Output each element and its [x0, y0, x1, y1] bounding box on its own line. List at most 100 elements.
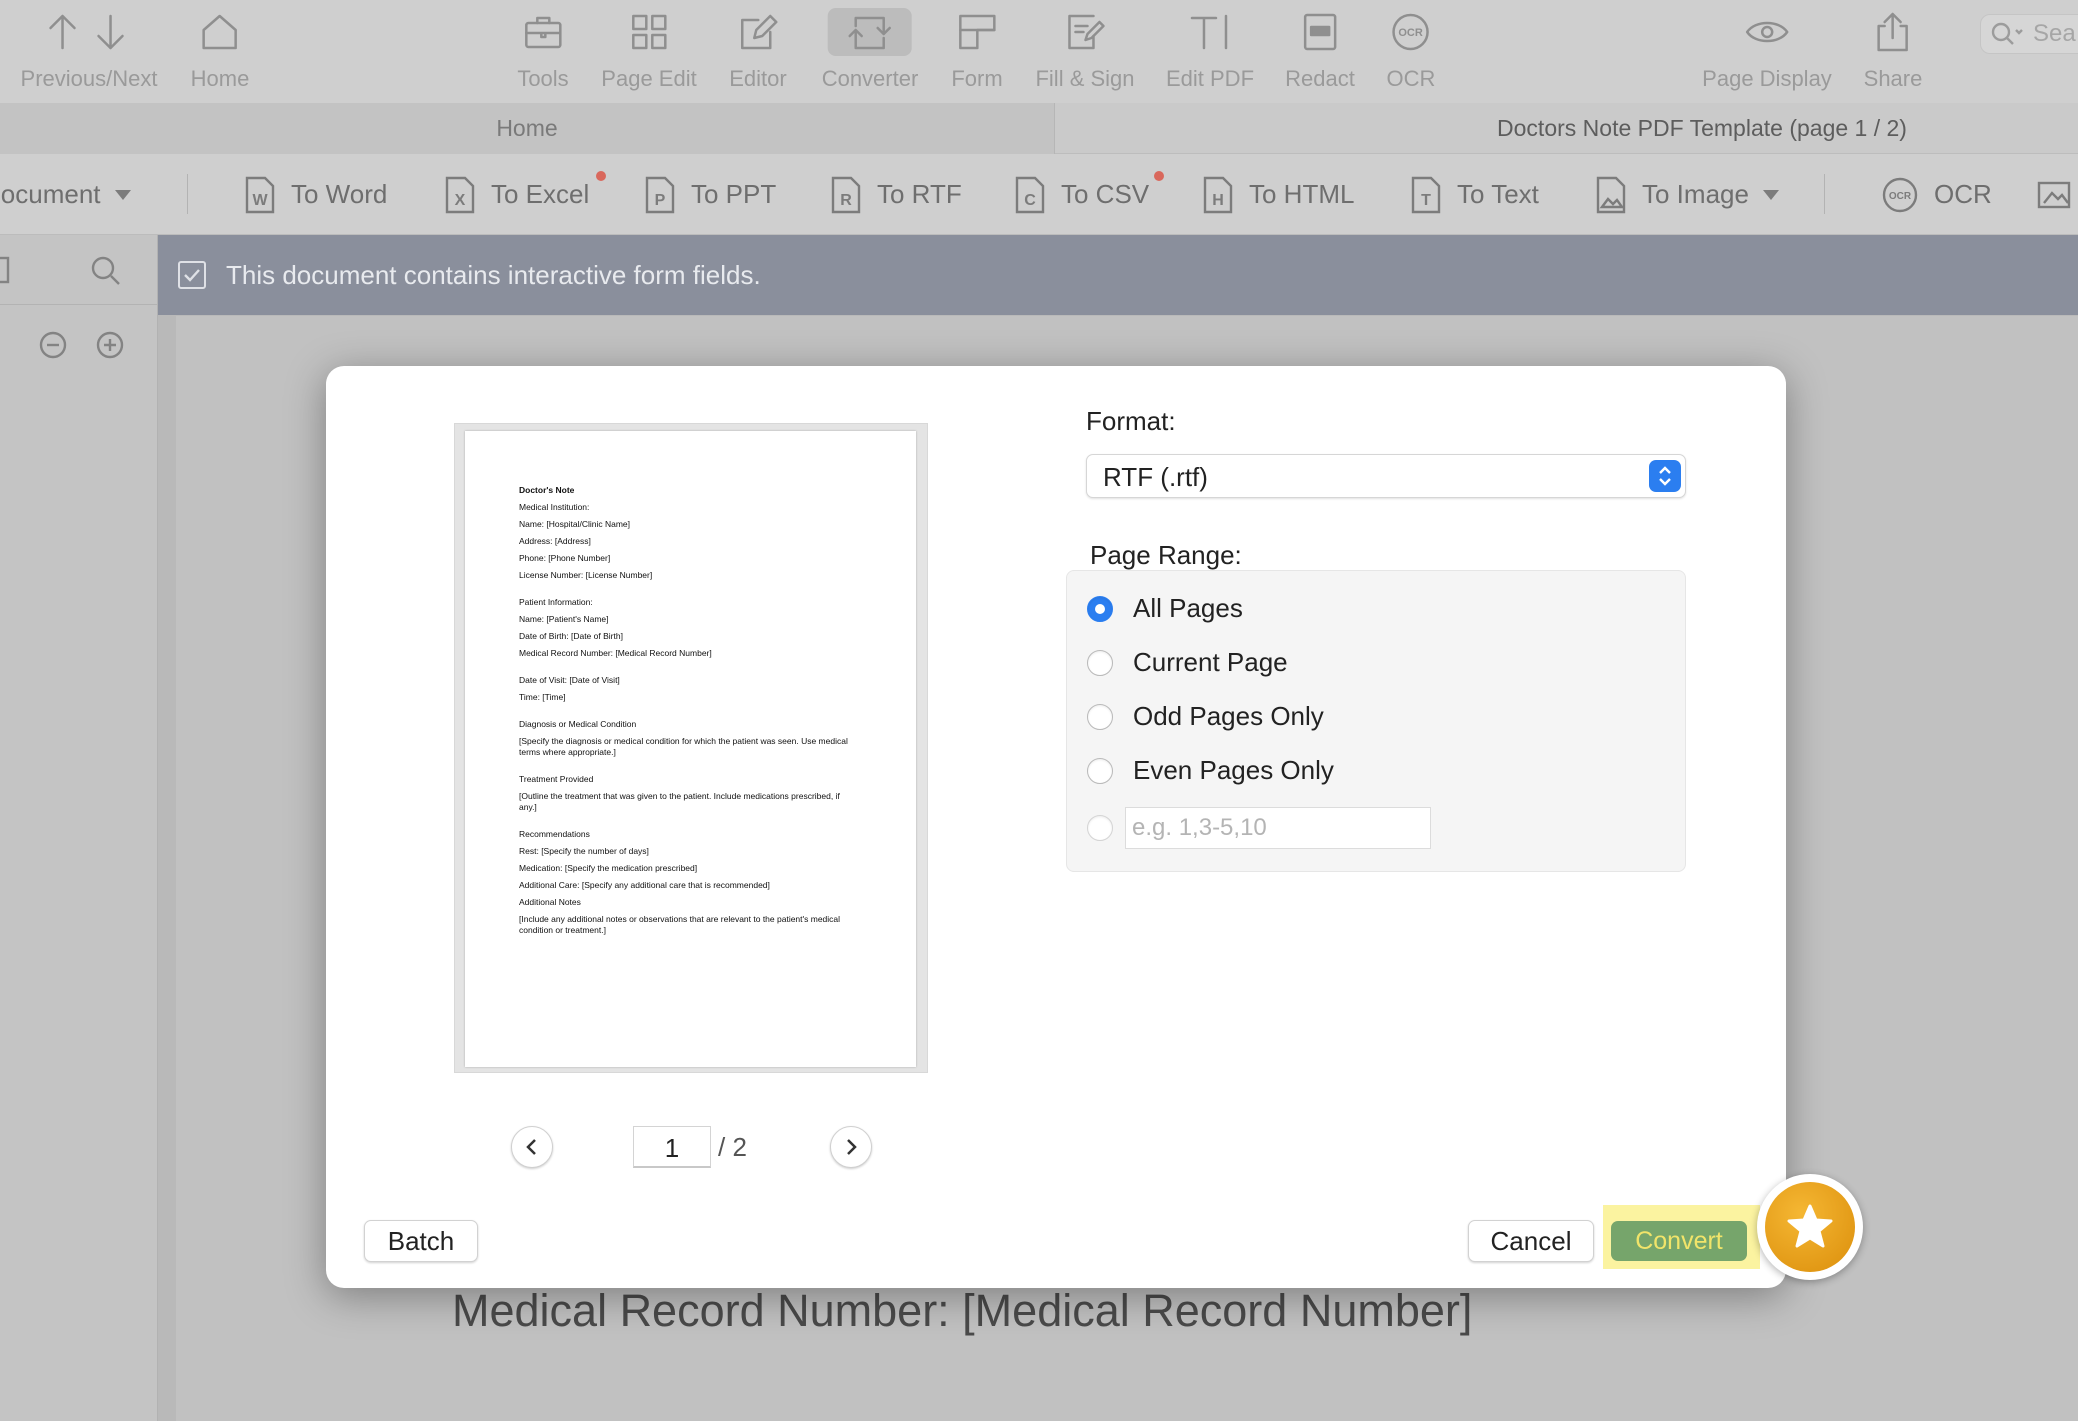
preview-line: Medical Record Number: [Medical Record N…: [519, 648, 712, 658]
image-export-icon: [2037, 181, 2071, 208]
radio-button[interactable]: [1087, 815, 1113, 841]
search-icon[interactable]: [90, 255, 122, 292]
star-badge: [1757, 1174, 1863, 1280]
ocr-convert-button[interactable]: OCR OCR: [1880, 154, 1992, 235]
html-file-icon: H: [1203, 176, 1233, 213]
converter-button[interactable]: Converter: [822, 8, 918, 92]
batch-button[interactable]: Batch: [364, 1220, 478, 1262]
preview-line: [Include any additional notes or observa…: [519, 914, 841, 935]
arrow-up-down-icon: [39, 8, 139, 56]
radio-button[interactable]: [1087, 757, 1113, 784]
cancel-button[interactable]: Cancel: [1468, 1220, 1594, 1262]
to-rtf-button[interactable]: R To RTF: [829, 154, 962, 235]
ppt-file-icon: P: [645, 176, 675, 213]
document-dropdown[interactable]: Document: [0, 154, 131, 235]
caret-down-icon: [1762, 189, 1779, 200]
sidebar-header: [0, 235, 157, 305]
svg-text:X: X: [455, 192, 466, 209]
chevron-left-icon: [526, 1139, 536, 1155]
to-html-button[interactable]: H To HTML: [1201, 154, 1354, 235]
grid-icon: [625, 8, 673, 56]
preview-line: Diagnosis or Medical Condition: [519, 719, 637, 729]
svg-text:T: T: [1421, 192, 1431, 209]
new-badge-dot: [596, 171, 606, 181]
editor-button[interactable]: Editor: [729, 8, 787, 92]
page-edit-button[interactable]: Page Edit: [601, 8, 697, 92]
to-text-button[interactable]: T To Text: [1409, 154, 1539, 235]
search-icon: [1991, 22, 2023, 45]
form-fields-notice: This document contains interactive form …: [158, 235, 2078, 315]
preview-line: Recommendations: [519, 829, 590, 839]
radio-button[interactable]: [1087, 649, 1113, 676]
preview-page: Doctor's Note Medical Institution: Name:…: [465, 431, 916, 1067]
eye-icon: [1743, 8, 1791, 56]
word-file-icon: W: [245, 176, 275, 213]
search-input[interactable]: Sea: [1980, 14, 2078, 54]
fill-sign-button[interactable]: Fill & Sign: [1035, 8, 1135, 92]
page-range-label: Page Range:: [1090, 540, 1242, 570]
radio-all-pages[interactable]: All Pages: [1087, 593, 1243, 624]
thumbnail-icon[interactable]: [0, 255, 14, 290]
preview-line: Address: [Address]: [519, 536, 591, 546]
share-icon: [1869, 8, 1917, 56]
preview-line: Medication: [Specify the medication pres…: [519, 863, 698, 873]
preview-line: License Number: [License Number]: [519, 570, 653, 580]
divider: [187, 174, 188, 214]
svg-text:W: W: [252, 192, 268, 209]
radio-button[interactable]: [1087, 595, 1113, 622]
zoom-out-icon[interactable]: [38, 330, 68, 365]
tab-document[interactable]: Doctors Note PDF Template (page 1 / 2): [1056, 103, 2078, 154]
signature-icon: [1061, 8, 1109, 56]
image-file-icon: [1596, 176, 1626, 213]
sidebar: [0, 235, 158, 1421]
redact-button[interactable]: Redact: [1285, 8, 1355, 92]
csv-file-icon: C: [1015, 176, 1045, 213]
pencil-square-icon: [734, 8, 782, 56]
toolbox-icon: [519, 8, 567, 56]
radio-custom-range[interactable]: e.g. 1,3-5,10: [1087, 807, 1431, 849]
previous-page-button[interactable]: [511, 1126, 553, 1168]
checkbox-icon[interactable]: [178, 261, 206, 289]
preview-line: Patient Information:: [519, 597, 593, 607]
page-range-group: All Pages Current Page Odd Pages Only Ev…: [1066, 570, 1686, 872]
preview-title: Doctor's Note: [519, 485, 575, 495]
custom-range-input[interactable]: e.g. 1,3-5,10: [1125, 807, 1431, 849]
to-excel-button[interactable]: X To Excel: [443, 154, 589, 235]
more-convert-button[interactable]: [2036, 154, 2076, 235]
convert-icon: [828, 8, 912, 56]
svg-text:H: H: [1212, 192, 1224, 209]
tools-button[interactable]: Tools: [517, 8, 569, 92]
format-select[interactable]: RTF (.rtf): [1086, 454, 1686, 498]
page-number-input[interactable]: 1: [633, 1126, 711, 1168]
to-word-button[interactable]: W To Word: [243, 154, 387, 235]
preview-line: Phone: [Phone Number]: [519, 553, 611, 563]
ocr-icon: OCR: [1387, 8, 1435, 56]
form-button[interactable]: Form: [951, 8, 1003, 92]
next-page-button[interactable]: [830, 1126, 872, 1168]
previous-next-button[interactable]: Previous/Next: [21, 8, 157, 92]
radio-odd-pages[interactable]: Odd Pages Only: [1087, 701, 1324, 732]
main-toolbar: Previous/Next Home Tools Page Edit Edito…: [0, 0, 2078, 103]
radio-button[interactable]: [1087, 703, 1113, 730]
tab-home[interactable]: Home: [0, 103, 1055, 154]
to-image-button[interactable]: To Image: [1594, 154, 1779, 235]
convert-button[interactable]: Convert: [1611, 1221, 1747, 1261]
svg-text:R: R: [840, 192, 852, 209]
star-icon: [1765, 1182, 1855, 1272]
svg-text:P: P: [655, 192, 666, 209]
page-display-button[interactable]: Page Display: [1702, 8, 1832, 92]
radio-even-pages[interactable]: Even Pages Only: [1087, 755, 1334, 786]
home-button[interactable]: Home: [191, 8, 249, 92]
svg-text:OCR: OCR: [1399, 27, 1424, 39]
edit-pdf-button[interactable]: Edit PDF: [1166, 8, 1254, 92]
divider: [1824, 174, 1825, 214]
share-button[interactable]: Share: [1864, 8, 1922, 92]
convert-dialog: Doctor's Note Medical Institution: Name:…: [326, 366, 1786, 1288]
radio-current-page[interactable]: Current Page: [1087, 647, 1288, 678]
page-total: / 2: [718, 1132, 747, 1162]
preview-line: Name: [Patient's Name]: [519, 614, 609, 624]
ocr-button[interactable]: OCR OCR: [1387, 8, 1435, 92]
to-csv-button[interactable]: C To CSV: [1013, 154, 1149, 235]
zoom-in-icon[interactable]: [95, 330, 125, 365]
to-ppt-button[interactable]: P To PPT: [643, 154, 776, 235]
